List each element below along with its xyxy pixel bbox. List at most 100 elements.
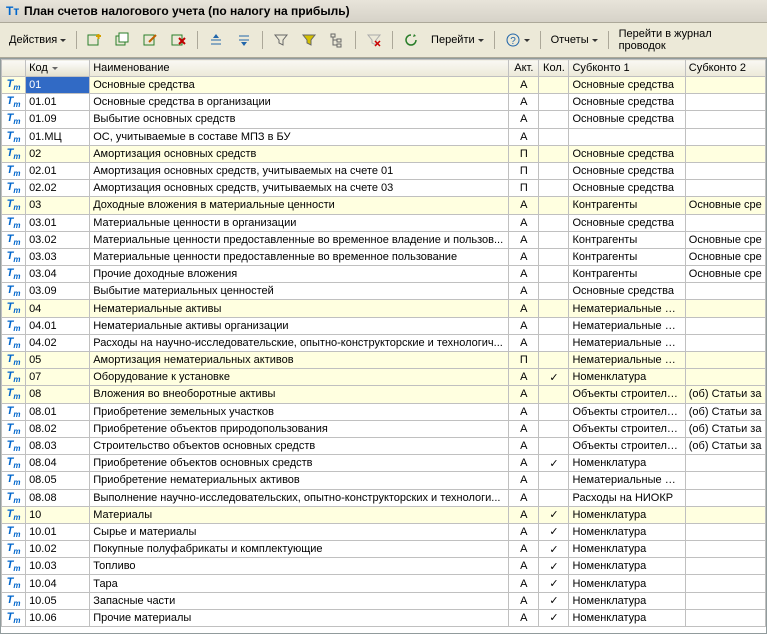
cell-sub2: (об) Статьи за [685,437,765,454]
table-row[interactable]: Тт03.03Материальные ценности предоставле… [2,248,766,265]
table-row[interactable]: Тт08.03Строительство объектов основных с… [2,437,766,454]
row-type-icon: Тт [2,248,26,265]
table-row[interactable]: Тт02.02Амортизация основных средств, учи… [2,180,766,197]
table-row[interactable]: Тт02Амортизация основных средствПОсновны… [2,145,766,162]
col-code[interactable]: Код [26,60,90,77]
add-copy-icon[interactable] [110,29,136,51]
cell-kol [539,472,569,489]
journal-button[interactable]: Перейти в журнал проводок [614,25,763,55]
accounts-table: Код Наименование Акт. Кол. Субконто 1 Су… [1,59,766,627]
go-menu[interactable]: Перейти [426,31,489,49]
filter-icon[interactable] [268,29,294,51]
cell-name: Нематериальные активы [90,300,509,317]
cell-code: 10.05 [26,592,90,609]
row-type-icon: Тт [2,300,26,317]
cell-kol: ✓ [539,369,569,386]
table-row[interactable]: Тт01Основные средстваАОсновные средства [2,77,766,94]
cell-sub1: Номенклатура [569,558,685,575]
cell-kol [539,214,569,231]
cell-name: Материальные ценности в организации [90,214,509,231]
cell-name: Приобретение объектов природопользования [90,420,509,437]
table-row[interactable]: Тт03.02Материальные ценности предоставле… [2,231,766,248]
table-row[interactable]: Тт08Вложения во внеоборотные активыАОбъе… [2,386,766,403]
cell-sub1: Объекты строитель... [569,386,685,403]
accounts-grid[interactable]: Код Наименование Акт. Кол. Субконто 1 Су… [0,58,767,634]
table-row[interactable]: Тт10.04ТараА✓Номенклатура [2,575,766,592]
table-row[interactable]: Тт08.04Приобретение объектов основных ср… [2,455,766,472]
table-row[interactable]: Тт07Оборудование к установкеА✓Номенклату… [2,369,766,386]
cell-kol [539,420,569,437]
filter-by-icon[interactable] [296,29,322,51]
cell-sub2 [685,472,765,489]
col-sub1[interactable]: Субконто 1 [569,60,685,77]
cell-akt: А [509,77,539,94]
cell-code: 03.04 [26,266,90,283]
edit-icon[interactable] [138,29,164,51]
table-row[interactable]: Тт10.05Запасные частиА✓Номенклатура [2,592,766,609]
table-row[interactable]: Тт04.01Нематериальные активы организации… [2,317,766,334]
move-up-icon[interactable] [203,29,229,51]
delete-icon[interactable] [166,29,192,51]
table-row[interactable]: Тт02.01Амортизация основных средств, учи… [2,162,766,179]
clear-filter-icon[interactable] [361,29,387,51]
table-row[interactable]: Тт04.02Расходы на научно-исследовательск… [2,334,766,351]
toolbar: Действия Перейти ? Отчеты Перейти в журн… [0,23,767,58]
col-sub2[interactable]: Субконто 2 [685,60,765,77]
cell-sub1: Номенклатура [569,541,685,558]
cell-code: 01.МЦ [26,128,90,145]
table-row[interactable]: Тт05Амортизация нематериальных активовПН… [2,352,766,369]
row-type-icon: Тт [2,77,26,94]
row-type-icon: Тт [2,609,26,626]
row-type-icon: Тт [2,111,26,128]
cell-kol: ✓ [539,558,569,575]
row-type-icon: Тт [2,214,26,231]
table-row[interactable]: Тт08.05Приобретение нематериальных актив… [2,472,766,489]
table-row[interactable]: Тт03.09Выбытие материальных ценностейАОс… [2,283,766,300]
cell-name: Доходные вложения в материальные ценност… [90,197,509,214]
table-row[interactable]: Тт08.01Приобретение земельных участковАО… [2,403,766,420]
cell-code: 04.02 [26,334,90,351]
cell-sub1: Основные средства [569,94,685,111]
table-row[interactable]: Тт01.01Основные средства в организацииАО… [2,94,766,111]
col-name[interactable]: Наименование [90,60,509,77]
row-type-icon: Тт [2,437,26,454]
add-icon[interactable] [82,29,108,51]
cell-sub2 [685,77,765,94]
cell-sub1: Номенклатура [569,369,685,386]
table-row[interactable]: Тт01.09Выбытие основных средствАОсновные… [2,111,766,128]
actions-menu[interactable]: Действия [4,31,71,49]
cell-sub1: Номенклатура [569,506,685,523]
table-row[interactable]: Тт10.02Покупные полуфабрикаты и комплект… [2,541,766,558]
reports-menu[interactable]: Отчеты [546,31,603,49]
cell-kol [539,334,569,351]
table-row[interactable]: Тт03.01Материальные ценности в организац… [2,214,766,231]
col-akt[interactable]: Акт. [509,60,539,77]
table-row[interactable]: Тт04Нематериальные активыАНематериальные… [2,300,766,317]
table-row[interactable]: Тт01.МЦОС, учитываемые в составе МПЗ в Б… [2,128,766,145]
window-titlebar: Тт План счетов налогового учета (по нало… [0,0,767,23]
move-down-icon[interactable] [231,29,257,51]
table-row[interactable]: Тт10.03ТопливоА✓Номенклатура [2,558,766,575]
cell-sub1: Основные средства [569,214,685,231]
cell-code: 08 [26,386,90,403]
table-row[interactable]: Тт10МатериалыА✓Номенклатура [2,506,766,523]
table-row[interactable]: Тт08.02Приобретение объектов природополь… [2,420,766,437]
cell-name: Строительство объектов основных средств [90,437,509,454]
hierarchy-icon[interactable] [324,29,350,51]
table-row[interactable]: Тт10.06Прочие материалыА✓Номенклатура [2,609,766,626]
col-kol[interactable]: Кол. [539,60,569,77]
table-row[interactable]: Тт10.01Сырье и материалыА✓Номенклатура [2,523,766,540]
col-icon[interactable] [2,60,26,77]
help-icon[interactable]: ? [500,29,535,51]
cell-code: 08.03 [26,437,90,454]
cell-sub2 [685,369,765,386]
cell-kol [539,266,569,283]
row-type-icon: Тт [2,489,26,506]
cell-sub1: Расходы на НИОКР [569,489,685,506]
table-row[interactable]: Тт03Доходные вложения в материальные цен… [2,197,766,214]
cell-sub2: (об) Статьи за [685,386,765,403]
refresh-icon[interactable] [398,29,424,51]
cell-kol [539,94,569,111]
table-row[interactable]: Тт03.04Прочие доходные вложенияАКонтраге… [2,266,766,283]
table-row[interactable]: Тт08.08Выполнение научно-исследовательск… [2,489,766,506]
